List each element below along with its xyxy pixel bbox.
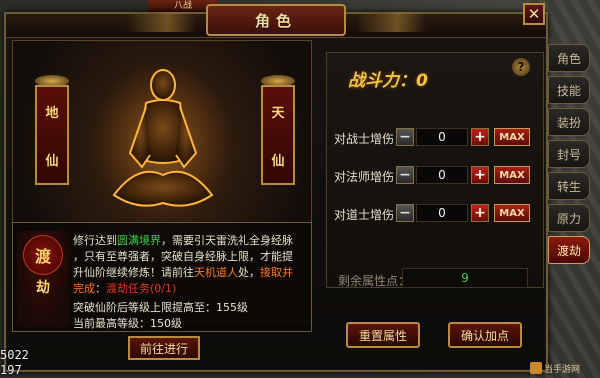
stat-value: 0 bbox=[416, 166, 468, 184]
tribulation-info: 渡 劫 修行达到圆满境界，需要引天雷洗礼全身经脉 ，只有至尊强者，突破自身经脉上… bbox=[12, 222, 312, 332]
watermark-logo-icon bbox=[530, 362, 542, 374]
stat-row-taoist: 对道士增伤 − 0 + MAX bbox=[334, 204, 534, 224]
level-cap-after: 突破仙阶后等级上限提高至：155级 bbox=[73, 301, 248, 314]
close-button[interactable]: ✕ bbox=[523, 3, 545, 25]
banner-char: 仙 bbox=[271, 153, 285, 169]
help-icon[interactable]: ? bbox=[512, 58, 530, 76]
stat-row-warrior: 对战士增伤 − 0 + MAX bbox=[334, 128, 534, 148]
quest-progress: 渡劫任务(0/1) bbox=[106, 282, 177, 295]
desc-text: ： bbox=[95, 282, 106, 295]
remaining-points-value: 9 bbox=[402, 268, 528, 288]
tab-title[interactable]: 封号 bbox=[548, 140, 590, 168]
max-button[interactable]: MAX bbox=[494, 128, 530, 146]
coord-readout-x: 5022 bbox=[0, 348, 29, 362]
stat-value: 0 bbox=[416, 204, 468, 222]
meditating-figure bbox=[112, 69, 214, 207]
watermark-text: 当手游网 bbox=[544, 364, 581, 375]
stat-label: 对道士增伤 bbox=[334, 208, 395, 222]
window-title: 角色 bbox=[206, 4, 346, 36]
seal-badge: 渡 bbox=[23, 235, 63, 275]
banner-char: 仙 bbox=[45, 153, 59, 169]
confirm-points-button[interactable]: 确认加点 bbox=[448, 322, 522, 348]
title-ornament-left bbox=[126, 12, 196, 32]
tab-character[interactable]: 角色 bbox=[548, 44, 590, 72]
remaining-points-label: 剩余属性点： bbox=[338, 274, 411, 288]
seal-subchar: 劫 bbox=[36, 280, 50, 296]
tab-tribulation[interactable]: 渡劫 bbox=[548, 236, 590, 264]
banner-char: 天 bbox=[271, 105, 285, 121]
plus-button[interactable]: + bbox=[471, 128, 489, 146]
title-bar: 角色 bbox=[6, 4, 546, 38]
minus-button[interactable]: − bbox=[396, 166, 414, 184]
plus-button[interactable]: + bbox=[471, 204, 489, 222]
plus-button[interactable]: + bbox=[471, 166, 489, 184]
coord-readout-y: 197 bbox=[0, 363, 22, 377]
left-banner-dixian: 地 仙 bbox=[35, 85, 69, 185]
desc-text: ，需要引天雷洗礼全身经脉 bbox=[161, 234, 293, 247]
info-description: 修行达到圆满境界，需要引天雷洗礼全身经脉 ，只有至尊强者，突破自身经脉上限，才能… bbox=[73, 233, 309, 297]
right-banner-tianxian: 天 仙 bbox=[261, 85, 295, 185]
go-proceed-button[interactable]: 前往进行 bbox=[128, 336, 200, 360]
stat-value: 0 bbox=[416, 128, 468, 146]
stat-row-mage: 对法师增伤 − 0 + MAX bbox=[334, 166, 534, 186]
stat-label: 对战士增伤 bbox=[334, 132, 395, 146]
tab-rebirth[interactable]: 转生 bbox=[548, 172, 590, 200]
complete-link[interactable]: 完成 bbox=[73, 282, 95, 295]
desc-text: 修行达到 bbox=[73, 234, 117, 247]
close-icon: ✕ bbox=[527, 5, 541, 23]
desc-text: ，只有至尊强者，突破自身经脉上限，才能提 bbox=[73, 250, 293, 263]
tab-primal-force[interactable]: 原力 bbox=[548, 204, 590, 232]
accept-link[interactable]: 接取并 bbox=[260, 266, 293, 279]
site-watermark: 当手游网 bbox=[530, 360, 598, 376]
title-ornament-right bbox=[356, 12, 426, 32]
stat-label: 对法师增伤 bbox=[334, 170, 395, 184]
banner-char: 地 bbox=[45, 105, 59, 121]
minus-button[interactable]: − bbox=[396, 128, 414, 146]
desc-text: 处， bbox=[238, 266, 260, 279]
max-button[interactable]: MAX bbox=[494, 204, 530, 222]
current-max-level: 当前最高等级：150级 bbox=[73, 317, 182, 330]
npc-link[interactable]: 天机道人 bbox=[194, 266, 238, 279]
realm-highlight: 圆满境界 bbox=[117, 234, 161, 247]
combat-power: 战斗力：0 bbox=[348, 71, 428, 91]
desc-text: 升仙阶继续修炼！请前往 bbox=[73, 266, 194, 279]
minus-button[interactable]: − bbox=[396, 204, 414, 222]
tribulation-seal: 渡 劫 bbox=[17, 231, 69, 327]
reset-attributes-button[interactable]: 重置属性 bbox=[346, 322, 420, 348]
tab-appearance[interactable]: 装扮 bbox=[548, 108, 590, 136]
max-button[interactable]: MAX bbox=[494, 166, 530, 184]
tab-skills[interactable]: 技能 bbox=[548, 76, 590, 104]
